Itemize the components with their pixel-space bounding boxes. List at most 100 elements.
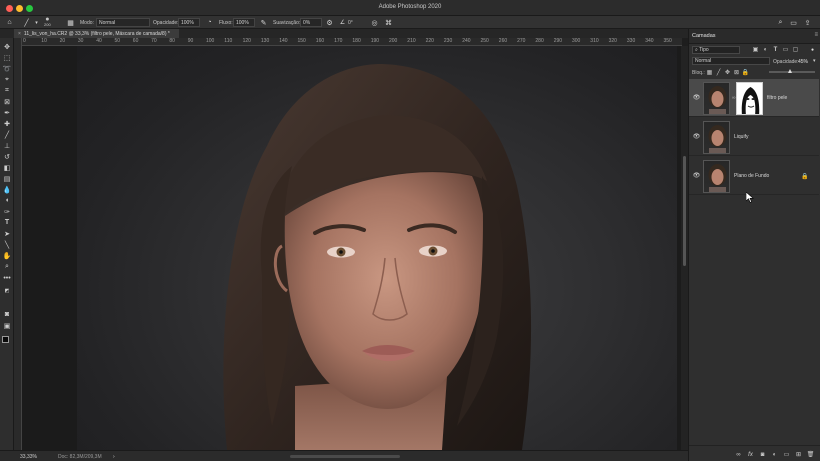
document-canvas[interactable] (22, 46, 682, 450)
layer-name[interactable]: Plano de Fundo (734, 173, 769, 179)
quick-selection-tool-icon[interactable]: ⌖ (2, 75, 12, 84)
eraser-tool-icon[interactable]: ◧ (2, 163, 12, 172)
chevron-down-icon[interactable]: ▾ (813, 58, 816, 64)
home-icon[interactable]: ⌂ (5, 18, 14, 27)
mode-label: Modo: (80, 19, 94, 26)
opacity-slider-knob[interactable] (787, 69, 792, 73)
document-tab[interactable]: × 11_lis_von_ha.CR2 @ 33,3% (filtro pele… (14, 29, 179, 38)
visibility-eye-icon[interactable]: 👁 (693, 172, 701, 179)
layer-row-liquify[interactable]: 👁 Liquify (689, 118, 819, 156)
shape-tool-icon[interactable]: ╲ (2, 240, 12, 249)
zoom-level[interactable]: 33,33% (20, 454, 37, 460)
frame-tool-icon[interactable]: ⊠ (2, 97, 12, 106)
lock-label: Bloq.: (692, 70, 705, 76)
vertical-scrollbar[interactable] (681, 46, 688, 450)
default-colors-icon[interactable]: ◩ (2, 286, 12, 295)
add-mask-icon[interactable]: ◙ (759, 451, 766, 458)
share-icon[interactable]: ⇪ (803, 18, 812, 27)
close-tab-icon[interactable]: × (18, 31, 21, 37)
mode-select[interactable]: Normal (96, 18, 150, 27)
eyedropper-tool-icon[interactable]: ✒ (2, 108, 12, 117)
gear-icon[interactable]: ⚙ (325, 18, 334, 27)
layers-panel-tab[interactable]: Camadas ≡ (689, 29, 820, 44)
filter-adjustment-icon[interactable]: ◐ (762, 46, 769, 53)
healing-brush-tool-icon[interactable]: ✚ (2, 119, 12, 128)
quick-mask-icon[interactable]: ◙ (2, 310, 12, 319)
visibility-eye-icon[interactable]: 👁 (693, 133, 701, 140)
new-layer-icon[interactable]: ⊞ (795, 451, 802, 458)
layer-name[interactable]: filtro pele (767, 95, 787, 101)
vertical-scroll-thumb[interactable] (683, 156, 686, 266)
dodge-tool-icon[interactable]: ◖ (2, 196, 12, 205)
crop-tool-icon[interactable]: ⌗ (2, 86, 12, 95)
pressure-size-icon[interactable]: ◎ (370, 18, 379, 27)
workspace-icon[interactable]: ▭ (789, 18, 798, 27)
lasso-tool-icon[interactable]: ➰ (2, 64, 12, 73)
filter-shape-icon[interactable]: ▭ (782, 46, 789, 53)
clone-stamp-tool-icon[interactable]: ⊥ (2, 141, 12, 150)
ruler-tick-label: 240 (462, 38, 471, 44)
lock-image-icon[interactable]: ╱ (715, 69, 722, 76)
flow-field[interactable]: 100% (233, 18, 255, 27)
lock-transparent-icon[interactable]: ▦ (706, 69, 713, 76)
layer-thumbnail[interactable] (703, 82, 730, 115)
trash-icon[interactable]: 🗑 (807, 451, 815, 458)
layer-filter-select[interactable]: ⌕ Tipo (692, 46, 740, 54)
opacity-slider[interactable] (769, 69, 815, 73)
ruler-tick-label: 260 (498, 38, 508, 44)
hand-tool-icon[interactable]: ✋ (2, 251, 12, 260)
filter-type-icon[interactable]: T (772, 46, 779, 53)
history-brush-tool-icon[interactable]: ↺ (2, 152, 12, 161)
filter-toggle-icon[interactable]: ● (809, 46, 816, 53)
move-tool-icon[interactable]: ✥ (2, 42, 12, 51)
status-menu-arrow-icon[interactable]: › (113, 454, 115, 460)
type-tool-icon[interactable]: T (2, 218, 12, 227)
blur-tool-icon[interactable]: 💧 (2, 185, 12, 194)
ruler-tick-label: 190 (370, 38, 380, 44)
layer-row-filtro-pele[interactable]: 👁 ∞ filtro pele (689, 79, 819, 117)
filter-pixel-icon[interactable]: ▣ (752, 46, 759, 53)
link-layers-icon[interactable]: ∞ (735, 451, 742, 458)
brush-tool-icon[interactable]: ╱ (2, 130, 12, 139)
brush-preset-picker[interactable]: ● 200 (44, 16, 51, 27)
layers-panel: Camadas ≡ ⌕ Tipo ▣ ◐ T ▭ ▢ ● Normal Opac… (688, 29, 820, 461)
filter-smart-object-icon[interactable]: ▢ (792, 46, 799, 53)
search-icon[interactable]: ⌕ (776, 18, 785, 27)
more-tools-icon[interactable]: ••• (2, 274, 12, 283)
new-group-icon[interactable]: ▭ (783, 451, 790, 458)
lock-icon[interactable]: 🔒 (801, 173, 808, 180)
path-selection-tool-icon[interactable]: ➤ (2, 229, 12, 238)
layer-style-fx-icon[interactable]: fx (747, 451, 754, 458)
layer-name[interactable]: Liquify (734, 134, 748, 140)
gradient-tool-icon[interactable]: ▤ (2, 174, 12, 183)
adjustment-layer-icon[interactable]: ◐ (771, 451, 778, 458)
vertical-ruler (14, 38, 22, 450)
horizontal-scroll-thumb[interactable] (290, 455, 400, 458)
layer-thumbnail[interactable] (703, 121, 730, 154)
symmetry-icon[interactable]: ⌘ (384, 18, 393, 27)
smoothing-field[interactable]: 0% (300, 18, 322, 27)
lock-position-icon[interactable]: ✥ (724, 69, 731, 76)
layer-opacity-value[interactable]: 45% (798, 59, 808, 65)
screen-mode-icon[interactable]: ▣ (2, 321, 12, 330)
pen-tool-icon[interactable]: ✑ (2, 207, 12, 216)
visibility-eye-icon[interactable]: 👁 (693, 94, 701, 101)
lock-artboard-icon[interactable]: ⊠ (733, 69, 740, 76)
chevron-down-icon[interactable]: ▾ (32, 18, 41, 27)
zoom-tool-icon[interactable]: ⌕ (2, 262, 12, 271)
lock-all-icon[interactable]: 🔒 (742, 69, 749, 76)
layer-row-plano-de-fundo[interactable]: 👁 Plano de Fundo 🔒 (689, 157, 819, 195)
marquee-tool-icon[interactable]: ⬚ (2, 53, 12, 62)
opacity-field[interactable]: 100% (178, 18, 200, 27)
airbrush-icon[interactable]: ✎ (259, 18, 268, 27)
foreground-color-swatch[interactable] (2, 336, 9, 343)
panel-menu-icon[interactable]: ≡ (814, 32, 818, 38)
brush-icon[interactable]: ╱ (22, 18, 31, 27)
layer-thumbnail[interactable] (703, 160, 730, 193)
pressure-opacity-icon[interactable]: ◔ (205, 18, 214, 27)
angle-value[interactable]: 0° (348, 18, 353, 27)
layer-thumbnail-image (708, 125, 727, 153)
brush-settings-icon[interactable]: ▦ (66, 18, 75, 27)
layer-mask-thumbnail[interactable] (736, 82, 763, 115)
blend-mode-select[interactable]: Normal (692, 57, 770, 65)
